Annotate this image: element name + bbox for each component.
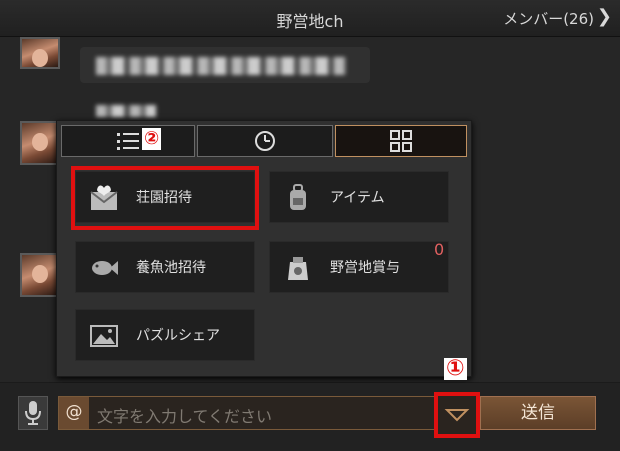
send-button[interactable]: 送信 [480, 396, 596, 430]
reward-bag-icon [288, 257, 308, 280]
item-label: 野営地賞与 [330, 260, 400, 276]
item-label: パズルシェア [136, 328, 220, 344]
avatar[interactable] [20, 121, 60, 165]
fish-pond-invite-button[interactable]: 養魚池招待 [75, 241, 255, 293]
avatar[interactable] [20, 253, 60, 297]
annotation-1: ① [444, 356, 467, 381]
members-link[interactable]: メンバー(26) [503, 8, 594, 29]
image-icon [90, 325, 118, 347]
share-panel: ② 荘園招待 アイテム 養魚池招待 野営地賞与 0 パズルシェア [56, 120, 472, 377]
expand-panel-button[interactable] [434, 392, 480, 438]
count-badge: 0 [434, 240, 445, 259]
grid-icon [390, 130, 412, 152]
blurred-message [96, 57, 346, 75]
mention-button[interactable]: @ [59, 397, 89, 429]
microphone-icon [25, 401, 41, 425]
fish-icon [92, 261, 118, 275]
clock-icon [255, 131, 275, 151]
tab-list[interactable]: ② [61, 125, 195, 157]
chat-header: 野営地ch メンバー(26) ❯ [0, 0, 620, 37]
blurred-message [96, 105, 156, 117]
backpack-icon [290, 184, 306, 210]
mic-button[interactable] [18, 396, 48, 430]
highlight-box [71, 166, 259, 230]
tab-recent[interactable] [197, 125, 333, 157]
item-button[interactable]: アイテム [269, 171, 449, 223]
chevron-right-icon[interactable]: ❯ [597, 6, 612, 27]
input-placeholder: 文字を入力してください [97, 407, 273, 426]
camp-reward-button[interactable]: 野営地賞与 0 [269, 240, 449, 293]
puzzle-share-button[interactable]: パズルシェア [75, 309, 255, 361]
message-input[interactable]: @ 文字を入力してください [58, 396, 478, 430]
item-label: アイテム [330, 190, 385, 206]
annotation-2: ② [142, 128, 162, 150]
item-label: 養魚池招待 [136, 260, 206, 276]
avatar[interactable] [20, 37, 60, 69]
chevron-down-icon [444, 409, 470, 422]
tab-share[interactable] [335, 125, 467, 157]
list-icon [117, 133, 139, 150]
